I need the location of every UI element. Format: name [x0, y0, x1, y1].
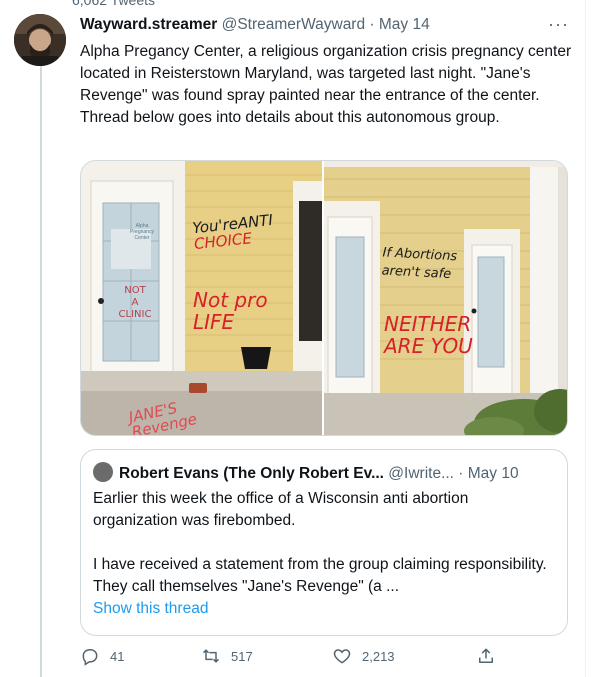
media-grid: You'reANTI CHOICE Not pro LIFE NOT A CLINIC … [80, 160, 568, 436]
column-border [585, 0, 586, 677]
tweet-header: Wayward.streamer @StreamerWayward · May … [80, 16, 570, 34]
like-button[interactable]: 2,213 [332, 646, 395, 666]
heart-icon [333, 649, 351, 664]
graffiti-if-abortions: If Abortions aren't safe [381, 245, 458, 283]
door-sign: Alpha Pregnancy Center [130, 223, 154, 241]
show-thread-link[interactable]: Show this thread [93, 600, 208, 618]
retweet-icon [202, 649, 220, 663]
tweet-date[interactable]: May 14 [379, 16, 430, 33]
retweet-button[interactable]: 517 [201, 646, 253, 666]
graffiti-not-a-clinic: NOT A CLINIC [118, 285, 152, 320]
reply-icon [82, 649, 98, 666]
share-button[interactable] [476, 646, 506, 666]
handle[interactable]: @StreamerWayward [222, 16, 366, 33]
quoted-text-paragraph-1: Earlier this week the office of a Wiscon… [93, 490, 469, 529]
action-bar: 41 517 2,213 [80, 646, 566, 672]
more-icon[interactable]: ··· [548, 14, 569, 35]
quoted-separator: · [453, 465, 468, 482]
quoted-tweet[interactable]: Robert Evans (The Only Robert Ev... @Iwr… [80, 449, 568, 636]
avatar[interactable] [14, 14, 66, 66]
quoted-display-name[interactable]: Robert Evans (The Only Robert Ev... [119, 465, 384, 482]
tweet-count-header: 6,062 Tweets [72, 0, 156, 8]
quoted-date[interactable]: May 10 [468, 465, 519, 482]
thread-line [40, 66, 42, 677]
separator: · [365, 16, 379, 33]
tweet-text: Alpha Pregancy Center, a religious organ… [80, 43, 572, 126]
display-name[interactable]: Wayward.streamer [80, 16, 217, 33]
quoted-avatar[interactable] [93, 462, 113, 482]
share-icon [479, 648, 493, 663]
quoted-tweet-text: Earlier this week the office of a Wiscon… [93, 488, 553, 598]
photo-left[interactable]: You'reANTI CHOICE Not pro LIFE NOT A CLINIC … [81, 161, 322, 435]
like-count: 2,213 [362, 648, 395, 664]
quoted-text-paragraph-2: I have received a statement from the gro… [93, 556, 547, 595]
photo-right-image [324, 161, 567, 435]
avatar-image [14, 14, 66, 66]
graffiti-not-pro-life: Not pro LIFE [193, 288, 268, 334]
reply-count: 41 [110, 648, 125, 664]
retweet-count: 517 [231, 648, 253, 664]
photo-right[interactable]: If Abortions aren't safe NEITHER ARE YOU [322, 161, 567, 435]
graffiti-neither-are-you: NEITHER ARE YOU [384, 312, 473, 358]
quoted-handle[interactable]: @Iwrite... [388, 465, 454, 482]
reply-button[interactable]: 41 [80, 646, 124, 666]
quoted-tweet-header: Robert Evans (The Only Robert Ev... @Iwr… [93, 462, 519, 483]
